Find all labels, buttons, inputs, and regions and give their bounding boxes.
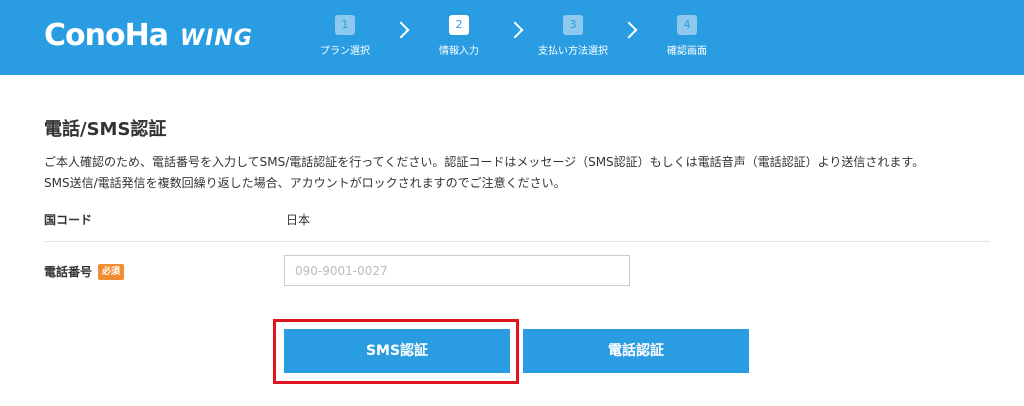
phone-label: 電話番号 — [44, 265, 93, 279]
step-number: 1 — [335, 15, 355, 35]
step-label: 確認画面 — [667, 46, 707, 57]
step-label: 情報入力 — [439, 46, 479, 57]
phone-number-input[interactable] — [284, 255, 630, 286]
description: ご本人確認のため、電話番号を入力してSMS/電話認証を行ってください。認証コード… — [44, 152, 994, 194]
country-label: 国コード — [44, 213, 93, 227]
step-number: 2 — [449, 15, 469, 35]
sms-verify-button[interactable]: SMS認証 — [284, 329, 510, 373]
step-3: 3 支払い方法選択 — [518, 15, 628, 57]
progress-steps: 1 プラン選択 2 情報入力 3 支払い方法選択 4 確認画面 — [0, 0, 1024, 75]
step-label: プラン選択 — [320, 46, 370, 57]
step-number: 4 — [677, 15, 697, 35]
description-line: SMS送信/電話発信を複数回繰り返した場合、アカウントがロックされますのでご注意… — [44, 176, 566, 190]
required-badge: 必須 — [98, 263, 125, 280]
step-4: 4 確認画面 — [632, 15, 742, 57]
divider — [44, 241, 990, 242]
page-title: 電話/SMS認証 — [44, 119, 167, 140]
phone-label-row: 電話番号 必須 — [44, 263, 125, 280]
step-label: 支払い方法選択 — [538, 46, 608, 57]
country-value: 日本 — [286, 213, 311, 227]
step-2: 2 情報入力 — [404, 15, 514, 57]
description-line: ご本人確認のため、電話番号を入力してSMS/電話認証を行ってください。認証コード… — [44, 155, 925, 169]
step-number: 3 — [563, 15, 583, 35]
step-1: 1 プラン選択 — [290, 15, 400, 57]
phone-verify-button[interactable]: 電話認証 — [523, 329, 749, 373]
header: ConoHa WING 1 プラン選択 2 情報入力 3 支払い方法選択 4 確… — [0, 0, 1024, 75]
